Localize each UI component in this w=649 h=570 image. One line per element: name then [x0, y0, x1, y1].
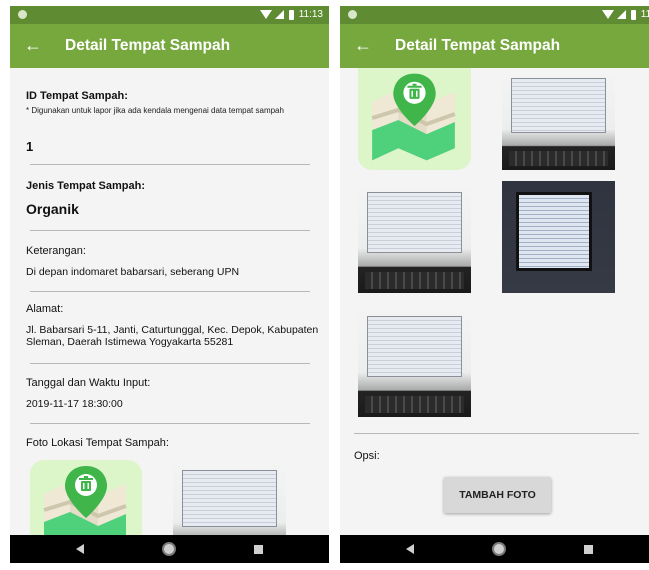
location-photo-laptop[interactable]: [358, 305, 471, 417]
signal-icon: [616, 10, 626, 19]
phone-screen-detail: 11:13 ← Detail Tempat Sampah ID Tempat S…: [10, 6, 329, 563]
photo-keyboard: [508, 150, 609, 166]
status-bar: 11:13: [10, 6, 329, 24]
system-status: 11:13: [259, 9, 323, 20]
signal-icon: [274, 10, 284, 19]
photo-screen: [515, 192, 593, 271]
nav-home-icon[interactable]: [162, 542, 176, 556]
photo-keyboard: [364, 271, 465, 289]
clock: 11:13: [298, 9, 323, 20]
location-photo-app-icon[interactable]: [358, 68, 471, 170]
divider: [30, 363, 310, 364]
nav-bar: [340, 535, 649, 563]
address-label: Alamat:: [26, 303, 64, 315]
page-title: Detail Tempat Sampah: [395, 37, 561, 54]
location-photo-app-icon[interactable]: [30, 460, 142, 535]
battery-icon: [288, 9, 294, 20]
options-label: Opsi:: [354, 450, 380, 462]
photo-keyboard: [364, 395, 465, 413]
divider: [30, 291, 310, 292]
location-photo-laptop[interactable]: [173, 460, 286, 535]
notes-label: Keterangan:: [26, 245, 86, 257]
type-value: Organik: [26, 201, 79, 217]
back-arrow-icon[interactable]: ←: [24, 34, 42, 56]
nav-home-icon[interactable]: [492, 542, 506, 556]
nav-recent-icon[interactable]: [254, 545, 263, 554]
back-arrow-icon[interactable]: ←: [354, 34, 372, 56]
notification-icon: [348, 10, 357, 19]
status-bar: 11:13: [340, 6, 649, 24]
page-title: Detail Tempat Sampah: [65, 37, 231, 54]
photos-label: Foto Lokasi Tempat Sampah:: [26, 437, 169, 449]
photos-content[interactable]: Opsi: TAMBAH FOTO: [340, 68, 649, 535]
location-photo-laptop[interactable]: [358, 181, 471, 293]
id-label: ID Tempat Sampah:: [26, 90, 128, 102]
wifi-icon: [259, 10, 272, 19]
notification-icon: [18, 10, 27, 19]
nav-back-icon[interactable]: [76, 544, 84, 554]
app-bar: ← Detail Tempat Sampah: [10, 24, 329, 68]
divider: [354, 433, 639, 434]
photo-screen: [182, 470, 277, 527]
detail-content[interactable]: ID Tempat Sampah: * Digunakan untuk lapo…: [10, 68, 329, 535]
divider: [30, 423, 310, 424]
photo-screen: [367, 192, 462, 253]
divider: [30, 230, 310, 231]
app-bar: ← Detail Tempat Sampah: [340, 24, 649, 68]
notes-value: Di depan indomaret babarsari, seberang U…: [26, 266, 240, 278]
datetime-value: 2019-11-17 18:30:00: [26, 398, 123, 410]
trash-map-pin-icon: [358, 68, 471, 170]
phone-screen-photos: 11:13 ← Detail Tempat Sampah Opsi: TAMBA…: [340, 6, 649, 563]
add-photo-button[interactable]: TAMBAH FOTO: [444, 477, 551, 513]
nav-recent-icon[interactable]: [584, 545, 593, 554]
divider: [30, 164, 310, 165]
photo-screen: [511, 78, 606, 134]
photo-screen: [367, 316, 462, 377]
id-hint: * Digunakan untuk lapor jika ada kendala…: [26, 106, 284, 115]
nav-bar: [10, 535, 329, 563]
address-value: Jl. Babarsari 5-11, Janti, Caturtunggal,…: [26, 324, 319, 348]
datetime-label: Tanggal dan Waktu Input:: [26, 377, 151, 389]
battery-icon: [630, 9, 636, 20]
id-value: 1: [26, 139, 34, 154]
nav-back-icon[interactable]: [406, 544, 414, 554]
location-photo-monitor[interactable]: [502, 181, 615, 293]
type-label: Jenis Tempat Sampah:: [26, 180, 145, 192]
system-status: 11:13: [601, 9, 649, 20]
location-photo-laptop[interactable]: [502, 68, 615, 170]
clock: 11:13: [640, 9, 649, 20]
wifi-icon: [601, 10, 614, 19]
trash-map-pin-icon: [30, 460, 142, 535]
